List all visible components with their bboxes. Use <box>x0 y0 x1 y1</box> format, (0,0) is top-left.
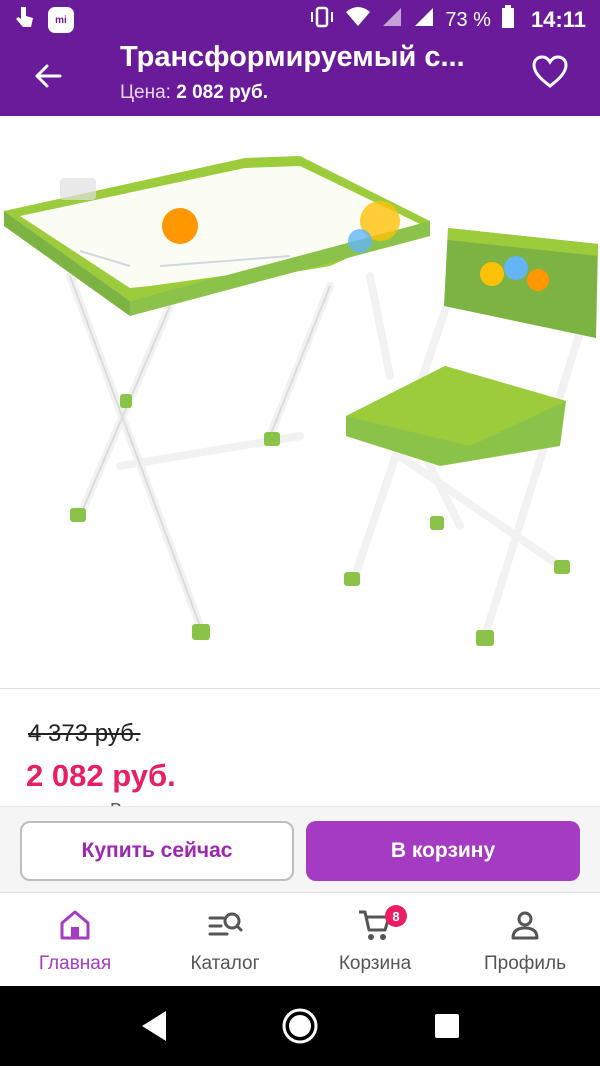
system-nav-bar <box>0 986 600 1066</box>
product-image[interactable] <box>0 116 600 686</box>
battery-icon <box>501 5 515 35</box>
nav-item-catalog[interactable]: Каталог <box>150 893 300 986</box>
favorite-button[interactable] <box>530 52 570 92</box>
divider <box>0 688 600 689</box>
price-value: 2 082 руб. <box>176 82 269 103</box>
nav-label: Каталог <box>190 953 260 974</box>
page-title: Трансформируемый с... <box>120 41 465 73</box>
nav-item-home[interactable]: Главная <box>0 893 150 986</box>
vibrate-icon <box>309 6 335 34</box>
back-triangle-icon <box>142 1011 167 1041</box>
nav-label: Корзина <box>338 953 412 974</box>
status-time: 14:11 <box>530 7 586 32</box>
signal-icon <box>413 6 435 34</box>
app-bar: Трансформируемый с... Цена: 2 082 руб. <box>0 40 600 116</box>
wifi-icon <box>345 6 371 34</box>
touch-icon <box>14 5 34 35</box>
arrow-left-icon <box>35 64 62 88</box>
heart-outline-icon <box>532 55 568 88</box>
old-price: 4 373 руб. <box>28 720 141 747</box>
system-recents-button[interactable] <box>422 1001 472 1051</box>
action-bar: Купить сейчас В корзину <box>0 806 600 892</box>
home-icon <box>57 907 93 943</box>
buy-now-button[interactable]: Купить сейчас <box>20 821 294 881</box>
add-to-cart-button[interactable]: В корзину <box>306 821 580 881</box>
cart-badge: 8 <box>385 905 407 927</box>
nav-label: Главная <box>38 953 112 974</box>
system-back-button[interactable] <box>128 1001 178 1051</box>
home-circle-icon <box>282 1008 318 1044</box>
battery-percent: 73 % <box>445 8 491 31</box>
nav-item-profile[interactable]: Профиль <box>450 893 600 986</box>
back-button[interactable] <box>26 54 70 98</box>
mi-icon: mi <box>48 7 74 33</box>
system-home-button[interactable] <box>275 1001 325 1051</box>
status-bar: mi 73 % 14:11 <box>0 0 600 40</box>
person-icon <box>507 907 543 943</box>
recents-square-icon <box>434 1014 459 1038</box>
price-label: Цена: <box>120 82 171 103</box>
header-price: Цена: 2 082 руб. <box>120 82 500 104</box>
desk-chair-illustration <box>4 156 598 646</box>
bottom-nav: Главная Каталог 8 Корзина Профиль <box>0 892 600 986</box>
nav-item-cart[interactable]: 8 Корзина <box>300 893 450 986</box>
catalog-search-icon <box>207 907 243 943</box>
signal-icon <box>381 6 403 34</box>
nav-label: Профиль <box>483 953 567 974</box>
new-price: 2 082 руб. <box>26 758 176 793</box>
